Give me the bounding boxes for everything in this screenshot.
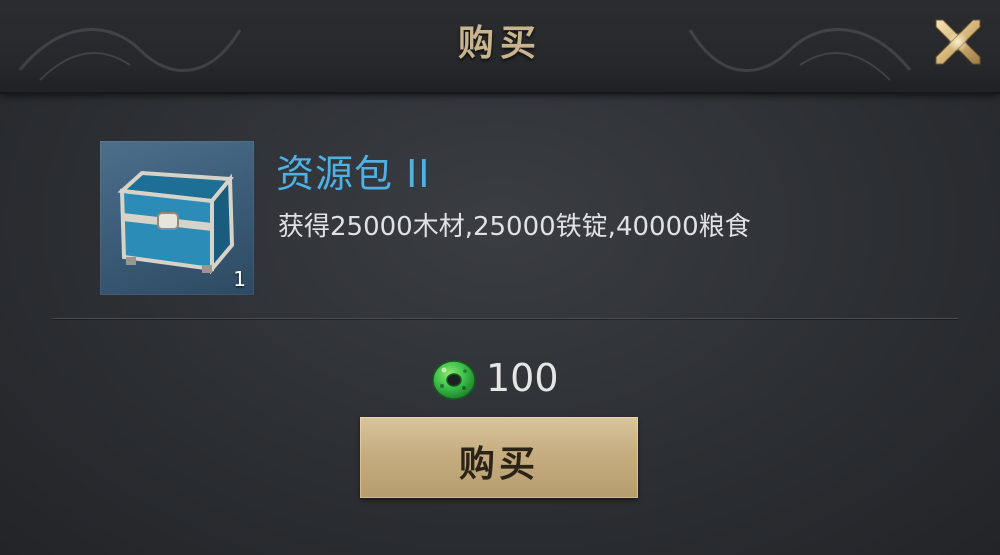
jade-currency-icon [432,360,476,400]
dialog-header: 购买 [0,0,1000,94]
buy-button-label: 购买 [458,444,539,485]
divider [52,318,958,319]
treasure-chest-icon [117,170,235,275]
close-icon [935,19,981,65]
item-description: 获得25000木材,25000铁锭,40000粮食 [278,212,751,242]
close-button[interactable] [930,14,986,70]
item-count: 1 [233,267,246,291]
dialog-title: 购买 [457,23,542,64]
buy-button[interactable]: 购买 [360,417,638,498]
purchase-dialog: 购买 1 资源包 II 获得25000木材,25000铁锭,40000粮食 10… [0,0,1000,555]
item-name: 资源包 II [276,152,431,196]
item-icon-frame: 1 [100,141,254,295]
price-value: 100 [486,356,559,400]
